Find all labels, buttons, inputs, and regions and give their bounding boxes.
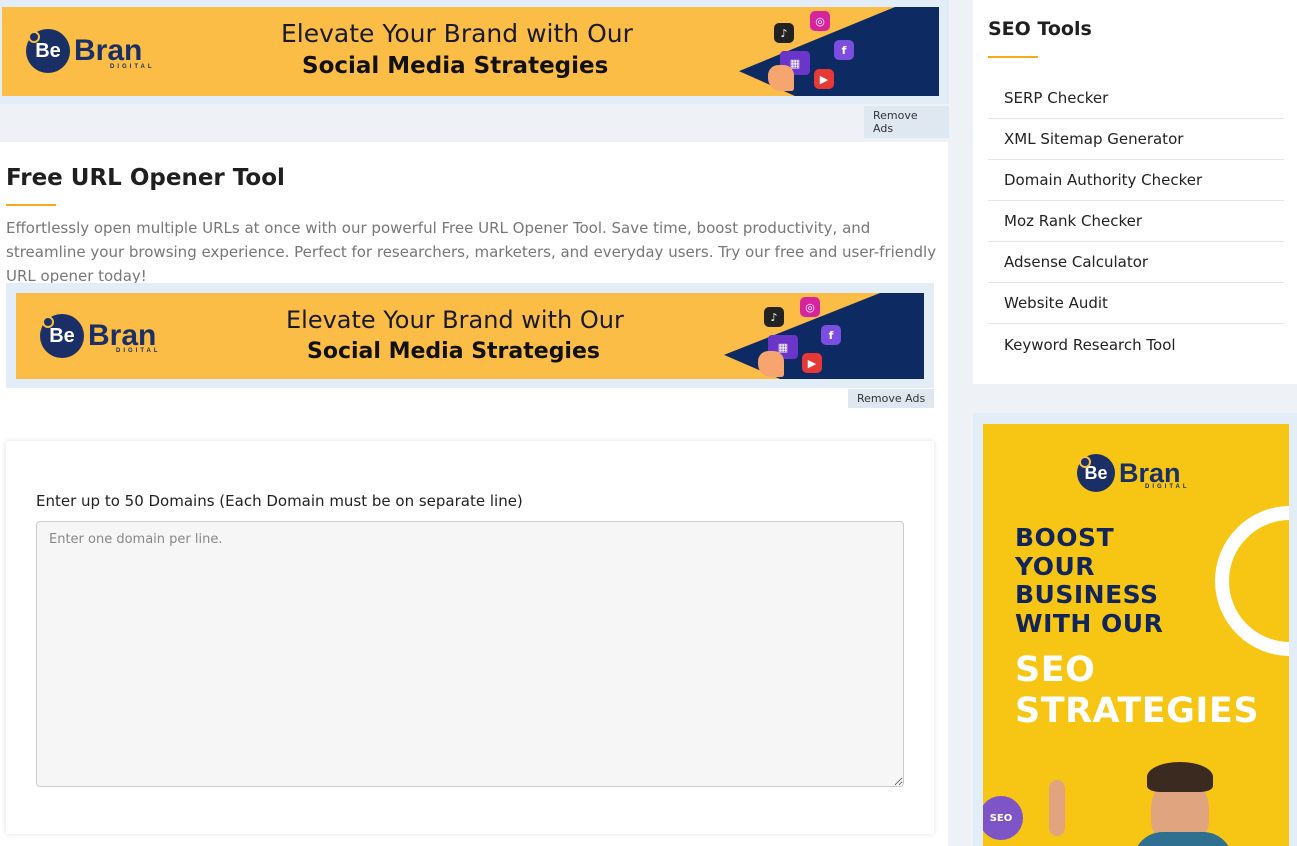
remove-ads-button[interactable]: Remove Ads bbox=[848, 389, 935, 408]
sidebar-item-domain-authority-checker[interactable]: Domain Authority Checker bbox=[988, 160, 1284, 201]
logo-name: Bran bbox=[1119, 457, 1181, 488]
ad-tagline-line2: Social Media Strategies bbox=[307, 339, 600, 364]
ad-headline-line3: BUSINESS bbox=[1015, 580, 1159, 609]
tiktok-icon: ♪ bbox=[774, 23, 794, 43]
top-ad-region: Be Bran DIGITAL Elevate Your Brand with … bbox=[0, 0, 949, 138]
pointing-hand-icon bbox=[1049, 780, 1065, 836]
hand-icon bbox=[768, 65, 794, 91]
remove-ads-button[interactable]: Remove Ads bbox=[864, 106, 949, 138]
decorative-ring bbox=[1215, 506, 1289, 656]
ad-tagline-line1: Elevate Your Brand with Our bbox=[286, 306, 624, 334]
ad-headline-line1: BOOST bbox=[1015, 523, 1115, 552]
ad-headline-line4: WITH OUR bbox=[1015, 608, 1164, 638]
sidebar-title: SEO Tools bbox=[988, 18, 1092, 40]
ad-highlight: SEO STRATEGIES bbox=[1015, 650, 1259, 732]
logo-mark: Be bbox=[40, 314, 84, 358]
instagram-icon: ◎ bbox=[800, 297, 820, 317]
person-shirt bbox=[1133, 832, 1233, 846]
seo-gear-icon: SEO bbox=[983, 796, 1023, 840]
seo-tools-list: SERP Checker XML Sitemap Generator Domai… bbox=[988, 78, 1284, 365]
title-underline bbox=[6, 204, 56, 206]
sidebar-item-keyword-research-tool[interactable]: Keyword Research Tool bbox=[988, 324, 1284, 365]
instagram-icon: ◎ bbox=[810, 11, 830, 31]
side-ad-banner[interactable]: Be Bran DIGITAL BOOST YOUR BUSINESS WITH… bbox=[983, 424, 1289, 846]
page-title: Free URL Opener Tool bbox=[6, 165, 285, 191]
logo-mark: Be bbox=[1077, 454, 1115, 492]
ad-headline: BOOST YOUR BUSINESS WITH OUR bbox=[1015, 523, 1164, 638]
logo-name: Bran bbox=[88, 319, 157, 352]
logo-name: Bran bbox=[74, 34, 143, 67]
ad-highlight-line1: SEO bbox=[1015, 650, 1096, 690]
intro-text: Effortlessly open multiple URLs at once … bbox=[6, 219, 937, 285]
logo-sub: DIGITAL bbox=[116, 348, 161, 354]
logo-sub: DIGITAL bbox=[110, 64, 155, 70]
hand-icon bbox=[758, 351, 784, 377]
domains-label: Enter up to 50 Domains (Each Domain must… bbox=[36, 492, 523, 510]
person-hair bbox=[1147, 762, 1213, 792]
sidebar-item-serp-checker[interactable]: SERP Checker bbox=[988, 78, 1284, 119]
sidebar-item-moz-rank-checker[interactable]: Moz Rank Checker bbox=[988, 201, 1284, 242]
sidebar-title-underline bbox=[988, 56, 1038, 58]
sidebar-item-adsense-calculator[interactable]: Adsense Calculator bbox=[988, 242, 1284, 283]
sidebar-item-xml-sitemap-generator[interactable]: XML Sitemap Generator bbox=[988, 119, 1284, 160]
page: Be Bran DIGITAL Elevate Your Brand with … bbox=[0, 0, 1297, 846]
ad-highlight-line2: STRATEGIES bbox=[1015, 691, 1260, 731]
facebook-icon: f bbox=[821, 325, 841, 345]
domains-textarea[interactable] bbox=[36, 521, 904, 787]
ad-tagline-line1: Elevate Your Brand with Our bbox=[281, 19, 633, 48]
ad-tagline-line2: Social Media Strategies bbox=[302, 53, 609, 79]
sidebar-item-website-audit[interactable]: Website Audit bbox=[988, 283, 1284, 324]
tiktok-icon: ♪ bbox=[764, 307, 784, 327]
facebook-icon: f bbox=[834, 40, 854, 60]
ad-headline-line2: YOUR bbox=[1015, 551, 1096, 581]
youtube-icon: ▶ bbox=[814, 69, 834, 89]
logo-sub: DIGITAL bbox=[1145, 484, 1190, 490]
top-ad-banner[interactable]: Be Bran DIGITAL Elevate Your Brand with … bbox=[2, 7, 939, 96]
inline-ad-banner[interactable]: Be Bran DIGITAL Elevate Your Brand with … bbox=[16, 293, 924, 379]
logo-mark: Be bbox=[26, 29, 70, 73]
youtube-icon: ▶ bbox=[802, 353, 822, 373]
